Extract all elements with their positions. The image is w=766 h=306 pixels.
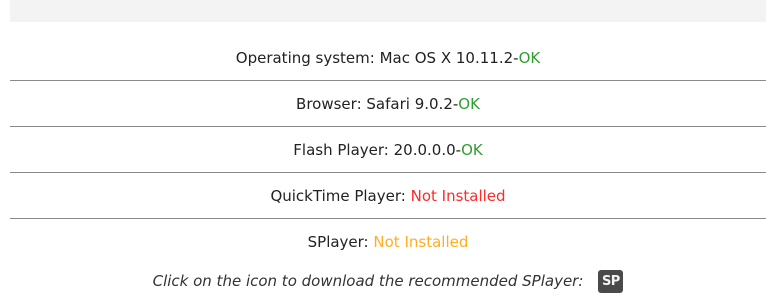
os-value: Mac OS X 10.11.2 — [379, 48, 514, 67]
system-check-list: Operating system: Mac OS X 10.11.2 - OK … — [10, 35, 766, 265]
browser-status: OK — [458, 94, 480, 113]
os-status: OK — [518, 48, 541, 67]
download-prompt: Click on the icon to download the recomm… — [10, 266, 766, 296]
splayer-check-row: SPlayer: Not Installed — [10, 219, 766, 265]
browser-label: Browser: — [296, 94, 362, 113]
top-band — [10, 0, 766, 22]
splayer-label: SPlayer: — [307, 233, 369, 251]
flash-check-row: Flash Player: 20.0.0.0 - OK — [10, 127, 766, 173]
os-check-row: Operating system: Mac OS X 10.11.2 - OK — [10, 35, 766, 81]
flash-label: Flash Player: — [293, 140, 389, 159]
flash-status: OK — [461, 140, 483, 159]
download-instruction: Click on the icon to download the recomm… — [152, 272, 584, 290]
quicktime-check-row: QuickTime Player: Not Installed — [10, 173, 766, 219]
browser-value: Safari 9.0.2 — [366, 94, 453, 113]
flash-value: 20.0.0.0 — [393, 140, 456, 159]
os-label: Operating system: — [235, 48, 375, 67]
quicktime-label: QuickTime Player: — [270, 186, 406, 205]
browser-check-row: Browser: Safari 9.0.2 - OK — [10, 81, 766, 127]
splayer-status: Not Installed — [373, 233, 469, 251]
quicktime-status: Not Installed — [410, 186, 506, 205]
splayer-download-icon[interactable]: SP — [598, 269, 624, 293]
